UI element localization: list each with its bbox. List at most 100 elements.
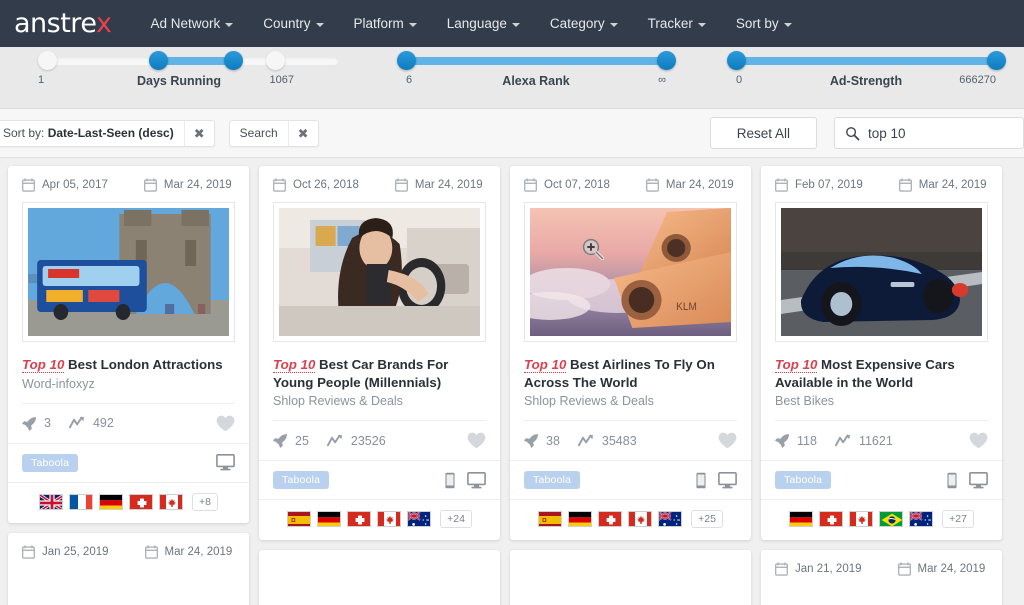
network-badge[interactable]: Taboola — [524, 471, 580, 489]
country-flag-germany[interactable] — [789, 511, 813, 527]
ad-thumbnail-frame[interactable]: KLM — [524, 202, 737, 342]
nav-item-sort-by[interactable]: Sort by — [721, 10, 807, 37]
ad-card-next[interactable] — [259, 550, 500, 605]
ad-card-next[interactable] — [510, 550, 751, 605]
network-badge[interactable]: Taboola — [22, 454, 78, 472]
search-input[interactable] — [868, 126, 1013, 141]
country-flag-canada[interactable] — [159, 494, 183, 510]
slider-track[interactable] — [38, 57, 338, 65]
country-flag-germany[interactable] — [317, 511, 341, 527]
nav-item-category[interactable]: Category — [535, 10, 633, 37]
ad-title[interactable]: Top 10 Most Expensive Cars Available in … — [761, 342, 1002, 391]
slider-handle-high[interactable] — [657, 51, 676, 70]
network-badge[interactable]: Taboola — [775, 471, 831, 489]
favorite-heart-icon[interactable] — [969, 432, 988, 449]
more-countries-badge[interactable]: +24 — [440, 510, 472, 528]
nav-item-language[interactable]: Language — [432, 10, 535, 37]
country-flag-germany[interactable] — [99, 494, 123, 510]
country-flag-brazil[interactable] — [879, 511, 903, 527]
ad-card-next[interactable]: Jan 25, 2019 Mar 24, 2019 — [8, 533, 249, 605]
nav-item-tracker[interactable]: Tracker — [633, 10, 721, 37]
more-countries-badge[interactable]: +25 — [691, 510, 723, 528]
slider-title: Days Running — [137, 74, 221, 88]
ad-card[interactable]: Oct 07, 2018Mar 24, 2019KLMTop 10 Best A… — [510, 166, 751, 540]
nav-item-label: Sort by — [736, 16, 779, 31]
network-badge[interactable]: Taboola — [273, 471, 329, 489]
favorite-heart-icon[interactable] — [467, 432, 486, 449]
slider-handle-low[interactable] — [397, 51, 416, 70]
ad-thumbnail-image[interactable]: KLM — [530, 208, 731, 336]
slider-handle-max-bound[interactable] — [266, 51, 285, 70]
slider-min-value: 1 — [38, 74, 44, 86]
ad-title[interactable]: Top 10 Best London Attractions — [8, 342, 249, 374]
ad-thumbnail-frame[interactable] — [775, 202, 988, 342]
more-countries-badge[interactable]: +8 — [192, 493, 218, 511]
first-seen-date-text: Jan 25, 2019 — [42, 546, 109, 558]
ads-column: Oct 07, 2018Mar 24, 2019KLMTop 10 Best A… — [510, 166, 751, 605]
nav-item-ad-network[interactable]: Ad Network — [135, 10, 248, 37]
country-flag-france[interactable] — [69, 494, 93, 510]
slider-track[interactable] — [406, 57, 666, 65]
last-seen-date: Mar 24, 2019 — [898, 562, 986, 576]
ad-strength-stat: 35483 — [578, 434, 637, 448]
country-flag-germany[interactable] — [568, 511, 592, 527]
ad-title[interactable]: Top 10 Best Car Brands For Young People … — [259, 342, 500, 391]
last-seen-date-text: Mar 24, 2019 — [165, 546, 233, 558]
reset-all-button[interactable]: Reset All — [710, 117, 817, 149]
nav-item-platform[interactable]: Platform — [339, 10, 432, 37]
search-chip-close-icon[interactable]: ✖ — [288, 121, 318, 146]
zoom-in-cursor-icon — [582, 238, 604, 260]
calendar-icon — [775, 562, 788, 576]
rocket-icon — [775, 433, 790, 448]
country-flag-spain[interactable] — [538, 511, 562, 527]
search-box[interactable] — [834, 117, 1024, 149]
country-flag-spain[interactable] — [287, 511, 311, 527]
ad-thumbnail-image[interactable] — [279, 208, 480, 336]
sort-chip-close-icon[interactable]: ✖ — [184, 121, 214, 146]
slider-handle-high[interactable] — [224, 51, 243, 70]
ad-card[interactable]: Oct 26, 2018Mar 24, 2019Top 10 Best Car … — [259, 166, 500, 540]
slider-track[interactable] — [736, 57, 996, 65]
country-flag-switzerland[interactable] — [819, 511, 843, 527]
ad-card-next[interactable]: Jan 21, 2019Mar 24, 2019 — [761, 550, 1002, 605]
slider-alexa-rank[interactable]: 6Alexa Rank∞ — [406, 57, 666, 86]
country-flag-canada[interactable] — [628, 511, 652, 527]
ad-thumbnail-image[interactable] — [781, 208, 982, 336]
search-filter-chip[interactable]: Search ✖ — [229, 120, 319, 147]
slider-handle-min-bound[interactable] — [38, 51, 57, 70]
country-flag-canada[interactable] — [849, 511, 873, 527]
ads-column: Apr 05, 2017Mar 24, 2019Top 10 Best Lond… — [8, 166, 249, 605]
ad-strength-stat: 11621 — [835, 434, 893, 448]
more-countries-badge[interactable]: +27 — [942, 510, 974, 528]
ad-thumbnail-frame[interactable] — [273, 202, 486, 342]
ads-grid: Apr 05, 2017Mar 24, 2019Top 10 Best Lond… — [0, 166, 1024, 605]
slider-ad-strength[interactable]: 0Ad-Strength666270 — [736, 57, 996, 86]
ad-card[interactable]: Feb 07, 2019Mar 24, 2019Top 10 Most Expe… — [761, 166, 1002, 540]
country-flag-switzerland[interactable] — [598, 511, 622, 527]
country-flag-australia[interactable] — [407, 511, 431, 527]
favorite-heart-icon[interactable] — [718, 432, 737, 449]
sort-filter-chip[interactable]: Sort by: Date-Last-Seen (desc) ✖ — [0, 120, 215, 147]
slider-max-value: 666270 — [959, 74, 996, 86]
ad-card[interactable]: Apr 05, 2017Mar 24, 2019Top 10 Best Lond… — [8, 166, 249, 523]
ad-thumbnail-frame[interactable] — [22, 202, 235, 342]
nav-item-country[interactable]: Country — [248, 10, 338, 37]
mobile-icon — [696, 472, 706, 489]
country-flag-australia[interactable] — [909, 511, 933, 527]
country-flag-australia[interactable] — [658, 511, 682, 527]
ad-title[interactable]: Top 10 Best Airlines To Fly On Across Th… — [510, 342, 751, 391]
brand-logo[interactable]: anstrex — [14, 8, 115, 39]
country-flag-uk[interactable] — [39, 494, 63, 510]
slider-handle-low[interactable] — [149, 51, 168, 70]
calendar-icon — [144, 178, 157, 192]
country-flag-canada[interactable] — [377, 511, 401, 527]
slider-handle-high[interactable] — [987, 51, 1006, 70]
slider-handle-low[interactable] — [727, 51, 746, 70]
slider-days-running[interactable]: 1Days Running1067 — [38, 57, 338, 86]
search-chip-label: Search — [230, 126, 288, 140]
country-flag-switzerland[interactable] — [347, 511, 371, 527]
country-flag-switzerland[interactable] — [129, 494, 153, 510]
favorite-heart-icon[interactable] — [216, 415, 235, 432]
trend-icon — [69, 416, 86, 430]
ad-thumbnail-image[interactable] — [28, 208, 229, 336]
